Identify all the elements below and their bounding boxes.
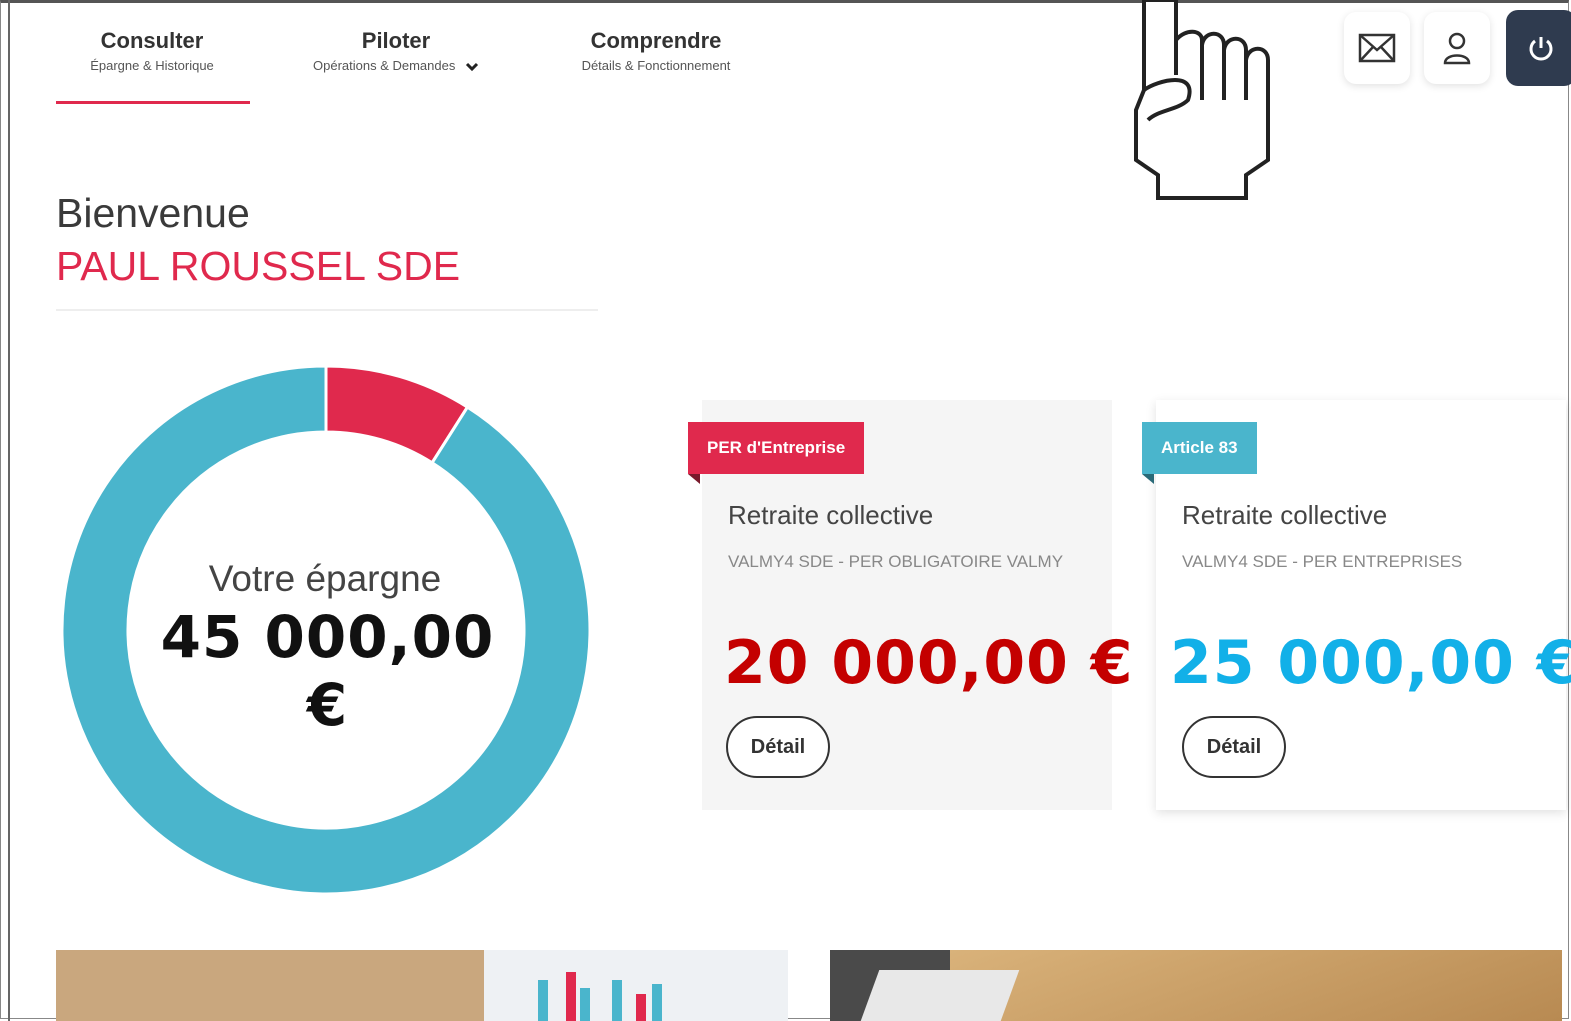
contract-tag: PER d'Entreprise [688,422,865,474]
chevron-down-icon[interactable] [465,62,479,72]
welcome-divider [56,309,598,311]
contract-card-article83: Article 83 Retraite collective VALMY4 SD… [1142,400,1571,810]
contract-title: Retraite collective [1182,500,1388,530]
nav-consulter-subtitle: Épargne & Historique [90,58,214,73]
nav-piloter-subtitle: Opérations & Demandes [313,58,456,73]
contract-amount: 25 000,00 € [1170,628,1571,698]
contract-title: Retraite collective [728,500,934,530]
nav-active-indicator [56,101,250,104]
power-icon [1529,37,1553,61]
mail-icon [1358,33,1396,63]
thumbnail-bar [538,980,548,1021]
tag-fold [688,474,700,484]
thumbnail-tablet [860,970,1020,1021]
nav-consulter-title: Consulter [100,28,204,53]
nav-comprendre[interactable]: Comprendre Détails & Fonctionnement [556,28,756,73]
thumbnail-bar [566,972,576,1021]
nav-piloter-title: Piloter [361,28,431,53]
logout-button[interactable] [1506,10,1571,86]
pointing-hand-icon [1134,0,1270,200]
nav-comprendre-title: Comprendre [590,28,722,53]
window-left-border [8,0,10,1021]
detail-button[interactable]: Détail [1182,716,1286,778]
contract-subtitle: VALMY4 SDE - PER OBLIGATOIRE VALMY [728,552,1064,571]
nav-consulter[interactable]: Consulter Épargne & Historique [72,28,232,73]
detail-button[interactable]: Détail [726,716,830,778]
user-icon [1443,32,1471,65]
thumbnail-bar [636,994,646,1021]
nav-piloter-subtitle-row: Opérations & Demandes [290,58,502,73]
article-thumbnail-desk[interactable] [830,950,1562,1021]
savings-label: Votre épargne [208,558,442,599]
thumbnail-desk-surface [950,950,1562,1021]
user-name: PAUL ROUSSEL SDE [56,243,461,289]
mail-button[interactable] [1344,12,1410,84]
thumbnail-bar [612,980,622,1021]
contract-subtitle: VALMY4 SDE - PER ENTREPRISES [1182,552,1463,571]
thumbnail-bar [580,988,590,1021]
welcome-greeting: Bienvenue [56,190,250,236]
contract-tag: Article 83 [1142,422,1257,474]
nav-piloter[interactable]: Piloter Opérations & Demandes [290,28,502,73]
tag-fold [1142,474,1154,484]
contract-card-per: PER d'Entreprise Retraite collective VAL… [688,400,1133,810]
savings-total: 45 000,00 € [160,603,495,739]
profile-button[interactable] [1424,12,1490,84]
thumbnail-bar [652,984,662,1021]
nav-comprendre-subtitle: Détails & Fonctionnement [581,58,731,73]
contract-amount: 20 000,00 € [724,628,1134,698]
article-thumbnail-charts[interactable] [56,950,788,1021]
